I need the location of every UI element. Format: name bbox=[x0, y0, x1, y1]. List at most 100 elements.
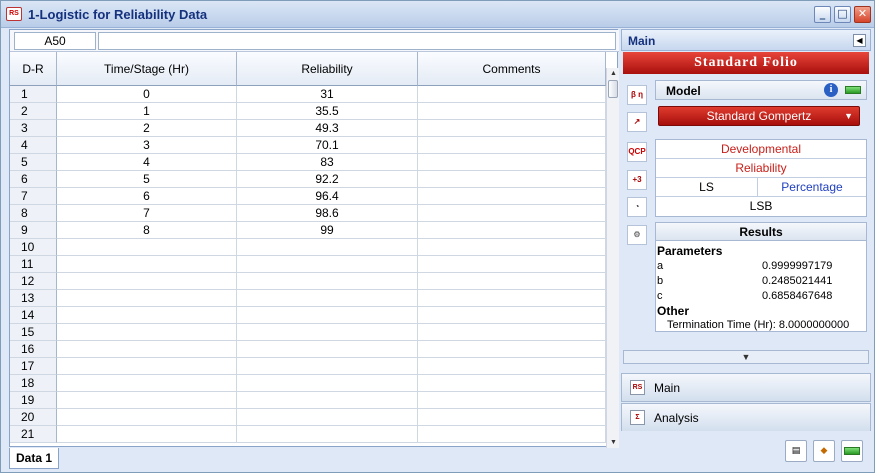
plot-icon[interactable]: ↗ bbox=[627, 112, 647, 132]
option-ls[interactable]: LS bbox=[656, 178, 758, 197]
reliability-cell[interactable]: 49.3 bbox=[237, 120, 418, 137]
table-row[interactable]: 4 3 70.1 bbox=[10, 137, 606, 154]
option-reliability[interactable]: Reliability bbox=[656, 159, 866, 178]
table-row[interactable]: 6 5 92.2 bbox=[10, 171, 606, 188]
time-cell[interactable] bbox=[57, 409, 237, 426]
reliability-cell[interactable] bbox=[237, 358, 418, 375]
table-row[interactable]: 7 6 96.4 bbox=[10, 188, 606, 205]
reliability-cell[interactable]: 99 bbox=[237, 222, 418, 239]
comment-cell[interactable] bbox=[418, 222, 606, 239]
time-cell[interactable]: 0 bbox=[57, 86, 237, 103]
reliability-cell[interactable]: 31 bbox=[237, 86, 418, 103]
reliability-cell[interactable] bbox=[237, 324, 418, 341]
minimize-button[interactable]: _ bbox=[814, 6, 831, 23]
option-lsb[interactable]: LSB bbox=[656, 197, 866, 216]
table-row[interactable]: 19 bbox=[10, 392, 606, 409]
comment-cell[interactable] bbox=[418, 273, 606, 290]
report-icon[interactable]: ▤ bbox=[785, 440, 807, 462]
time-cell[interactable] bbox=[57, 239, 237, 256]
time-cell[interactable]: 6 bbox=[57, 188, 237, 205]
reliability-cell[interactable] bbox=[237, 273, 418, 290]
time-cell[interactable]: 8 bbox=[57, 222, 237, 239]
data-grid[interactable]: D-R Time/Stage (Hr) Reliability Comments… bbox=[10, 52, 606, 448]
table-row[interactable]: 12 bbox=[10, 273, 606, 290]
reliability-cell[interactable] bbox=[237, 409, 418, 426]
comment-cell[interactable] bbox=[418, 307, 606, 324]
time-cell[interactable]: 3 bbox=[57, 137, 237, 154]
option-developmental[interactable]: Developmental bbox=[656, 140, 866, 159]
table-row[interactable]: 20 bbox=[10, 409, 606, 426]
comment-cell[interactable] bbox=[418, 205, 606, 222]
column-header-dr[interactable]: D-R bbox=[10, 52, 57, 86]
parameters-icon[interactable]: β η bbox=[627, 85, 647, 105]
column-header-comments[interactable]: Comments bbox=[418, 52, 606, 86]
nav-main-button[interactable]: RS Main bbox=[621, 373, 871, 402]
time-cell[interactable]: 7 bbox=[57, 205, 237, 222]
reliability-cell[interactable]: 96.4 bbox=[237, 188, 418, 205]
time-cell[interactable] bbox=[57, 307, 237, 324]
column-header-time[interactable]: Time/Stage (Hr) bbox=[57, 52, 237, 86]
close-button[interactable]: ✕ bbox=[854, 6, 871, 23]
scroll-thumb[interactable] bbox=[608, 80, 618, 98]
time-cell[interactable] bbox=[57, 426, 237, 443]
time-cell[interactable] bbox=[57, 341, 237, 358]
table-row[interactable]: 11 bbox=[10, 256, 606, 273]
comment-cell[interactable] bbox=[418, 256, 606, 273]
table-row[interactable]: 9 8 99 bbox=[10, 222, 606, 239]
comment-cell[interactable] bbox=[418, 341, 606, 358]
table-row[interactable]: 17 bbox=[10, 358, 606, 375]
scroll-up-arrow-icon[interactable]: ▲ bbox=[608, 68, 619, 79]
cell-reference-box[interactable]: A50 bbox=[14, 32, 96, 50]
comment-cell[interactable] bbox=[418, 86, 606, 103]
table-row[interactable]: 21 bbox=[10, 426, 606, 443]
reliability-cell[interactable] bbox=[237, 256, 418, 273]
table-row[interactable]: 14 bbox=[10, 307, 606, 324]
reliability-cell[interactable]: 98.6 bbox=[237, 205, 418, 222]
table-row[interactable]: 15 bbox=[10, 324, 606, 341]
reliability-cell[interactable] bbox=[237, 239, 418, 256]
calculator-icon[interactable]: +3 bbox=[627, 170, 647, 190]
time-cell[interactable]: 2 bbox=[57, 120, 237, 137]
table-row[interactable]: 16 bbox=[10, 341, 606, 358]
reliability-cell[interactable]: 83 bbox=[237, 154, 418, 171]
qcp-icon[interactable]: QCP bbox=[627, 142, 647, 162]
comment-cell[interactable] bbox=[418, 171, 606, 188]
table-row[interactable]: 2 1 35.5 bbox=[10, 103, 606, 120]
option-percentage[interactable]: Percentage bbox=[758, 178, 866, 197]
time-cell[interactable] bbox=[57, 273, 237, 290]
vertical-scrollbar[interactable]: ▲ ▼ bbox=[606, 68, 619, 448]
title-bar[interactable]: RS 1-Logistic for Reliability Data _ □ ✕ bbox=[1, 1, 874, 28]
time-cell[interactable] bbox=[57, 392, 237, 409]
comment-cell[interactable] bbox=[418, 426, 606, 443]
comment-cell[interactable] bbox=[418, 409, 606, 426]
expand-arrow-icon[interactable]: ▼ bbox=[623, 350, 869, 364]
reliability-cell[interactable] bbox=[237, 426, 418, 443]
time-cell[interactable]: 1 bbox=[57, 103, 237, 120]
info-icon[interactable]: i bbox=[824, 83, 838, 97]
settings-icon[interactable]: ⚙ bbox=[627, 225, 647, 245]
scroll-down-arrow-icon[interactable]: ▼ bbox=[608, 437, 619, 448]
gauge-icon[interactable]: ◔ bbox=[627, 197, 647, 217]
table-row[interactable]: 18 bbox=[10, 375, 606, 392]
comment-cell[interactable] bbox=[418, 154, 606, 171]
time-cell[interactable] bbox=[57, 290, 237, 307]
time-cell[interactable] bbox=[57, 324, 237, 341]
reliability-cell[interactable] bbox=[237, 307, 418, 324]
comment-cell[interactable] bbox=[418, 375, 606, 392]
reliability-cell[interactable]: 35.5 bbox=[237, 103, 418, 120]
calculate-icon[interactable] bbox=[841, 440, 863, 462]
maximize-button[interactable]: □ bbox=[834, 6, 851, 23]
table-row[interactable]: 10 bbox=[10, 239, 606, 256]
sheet-tab-data-1[interactable]: Data 1 bbox=[9, 448, 59, 469]
time-cell[interactable]: 5 bbox=[57, 171, 237, 188]
formula-input[interactable] bbox=[98, 32, 616, 50]
table-row[interactable]: 3 2 49.3 bbox=[10, 120, 606, 137]
time-cell[interactable]: 4 bbox=[57, 154, 237, 171]
collapse-panel-icon[interactable]: ◀ bbox=[853, 34, 866, 47]
comment-cell[interactable] bbox=[418, 188, 606, 205]
time-cell[interactable] bbox=[57, 256, 237, 273]
reliability-cell[interactable]: 92.2 bbox=[237, 171, 418, 188]
nav-analysis-button[interactable]: Σ Analysis bbox=[621, 403, 871, 432]
table-row[interactable]: 13 bbox=[10, 290, 606, 307]
table-row[interactable]: 8 7 98.6 bbox=[10, 205, 606, 222]
